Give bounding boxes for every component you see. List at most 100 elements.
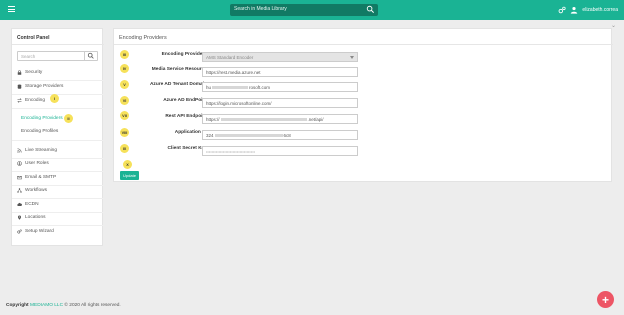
menu-icon[interactable] xyxy=(8,6,15,12)
page-title: Encoding Providers xyxy=(119,35,167,41)
sidebar-item-live-streaming[interactable]: Live Streaming xyxy=(17,148,57,153)
sidebar-item-label: Workflows xyxy=(25,188,48,193)
rest-api-endpoint-value-end: .net/api/ xyxy=(307,117,324,122)
divider xyxy=(12,171,104,172)
sidebar-item-user-roles[interactable]: User Roles xyxy=(17,161,49,166)
sidebar-item-locations[interactable]: Locations xyxy=(17,215,46,220)
envelope-icon xyxy=(17,176,22,180)
database-icon xyxy=(17,84,22,89)
sidebar-subitem-encoding-providers[interactable]: Encoding Providers xyxy=(21,116,63,121)
divider xyxy=(12,44,104,45)
redacted-text xyxy=(220,118,307,122)
tenant-domain-value-start: hu xyxy=(206,85,212,90)
sidebar-subitem-encoding-profiles[interactable]: Encoding Profiles xyxy=(21,129,58,134)
rest-api-endpoint-label: Rest API Endpoint xyxy=(165,114,207,119)
azure-ad-endpoint-field[interactable]: https://login.microsoftonline.com/ xyxy=(202,98,358,108)
encoding-providers-panel: Encoding Providers III Encoding Provider… xyxy=(113,28,613,182)
divider xyxy=(12,198,104,199)
application-id-value-end: 6c8 xyxy=(283,133,291,138)
divider xyxy=(12,140,104,141)
sidebar-item-storage-providers[interactable]: Storage Providers xyxy=(17,84,63,89)
add-button[interactable]: + xyxy=(597,291,614,308)
client-secret-key-field[interactable]: ••••••••••••••••••••••••••••••••••• xyxy=(202,146,358,156)
annotation-badge: V xyxy=(120,80,129,89)
search-icon xyxy=(87,52,94,59)
sidebar-item-ecdn[interactable]: ECDN xyxy=(17,202,39,207)
share-icon xyxy=(17,188,22,193)
divider xyxy=(12,80,104,81)
tenant-domain-value-end: rosoft.com xyxy=(249,85,271,90)
azure-ad-tenant-domain-field[interactable]: hu rosoft.com xyxy=(202,82,358,92)
redacted-text xyxy=(214,134,283,138)
encoding-providers-label: Encoding Providers xyxy=(161,52,207,57)
azure-ad-endpoint-value: https://login.microsoftonline.com/ xyxy=(206,101,272,106)
annotation-badge: VI xyxy=(120,96,129,105)
application-id-label: Application ID xyxy=(174,130,207,135)
sidebar-title: Control Panel xyxy=(17,35,50,41)
sidebar-item-setup-wizard[interactable]: Setup Wizard xyxy=(17,229,54,234)
annotation-badge: VII xyxy=(120,111,129,120)
company-link[interactable]: MEDIAMO LLC xyxy=(30,303,63,308)
azure-ad-endpoint-label: Azure AD EndPoint xyxy=(163,98,207,103)
sidebar-item-email-smtp[interactable]: Email & SMTP xyxy=(17,175,56,180)
encoding-provider-select[interactable]: AMS Standard Encoder xyxy=(202,52,358,62)
sidebar-item-workflows[interactable]: Workflows xyxy=(17,188,47,193)
media-service-resource-label: Media Service Resource xyxy=(151,67,207,72)
divider xyxy=(114,44,613,45)
divider xyxy=(12,225,104,226)
redacted-text xyxy=(212,86,249,90)
divider xyxy=(12,212,104,213)
sidebar-item-encoding[interactable]: Encoding xyxy=(17,98,45,103)
copyright-prefix: Copyright xyxy=(6,303,29,308)
top-navbar: Search in Media Library elizabeth.correa xyxy=(0,0,624,20)
annotation-badge: I xyxy=(50,94,59,103)
rss-icon xyxy=(17,148,22,153)
user-icon[interactable] xyxy=(570,6,578,14)
media-service-resource-field[interactable]: https://rest.media.azure.net xyxy=(202,67,358,77)
settings-icon[interactable] xyxy=(558,6,567,14)
sidebar-search-button[interactable] xyxy=(84,52,97,60)
cloud-icon xyxy=(17,202,22,206)
client-secret-key-value: ••••••••••••••••••••••••••••••••••• xyxy=(206,149,256,154)
client-secret-key-label: Client Secret Key xyxy=(167,146,207,151)
user-name[interactable]: elizabeth.correa xyxy=(582,7,618,13)
sidebar-item-label: Live Streaming xyxy=(25,148,57,153)
sidebar-item-label: Encoding xyxy=(25,98,46,103)
sidebar-item-label: Email & SMTP xyxy=(25,175,57,180)
divider xyxy=(12,158,104,159)
annotation-badge: VIII xyxy=(120,128,129,137)
sidebar-item-label: ECDN xyxy=(25,202,39,207)
copyright-suffix: © 2020 All rights reserved. xyxy=(64,303,121,308)
annotation-badge: IV xyxy=(120,64,129,73)
search-icon[interactable] xyxy=(366,5,375,14)
annotation-badge: X xyxy=(123,160,132,169)
application-id-field[interactable]: 324 6c8 xyxy=(202,130,358,140)
sidebar-item-label: Setup Wizard xyxy=(25,229,54,234)
divider xyxy=(12,185,104,186)
sidebar-search-placeholder: Search xyxy=(21,54,36,59)
application-id-value-start: 324 xyxy=(206,133,214,138)
media-search-placeholder: Search in Media Library xyxy=(234,6,287,12)
sidebar-item-security[interactable]: Security xyxy=(17,70,42,75)
sidebar-item-label: User Roles xyxy=(25,161,49,166)
user-circle-icon xyxy=(17,161,22,166)
media-search-box[interactable]: Search in Media Library xyxy=(230,4,378,16)
azure-ad-tenant-domain-label: Azure AD Tenant Domain xyxy=(149,82,207,87)
divider xyxy=(12,108,104,109)
map-marker-icon xyxy=(18,215,21,220)
sidebar-item-label: Locations xyxy=(25,215,46,220)
footer-copyright: Copyright MEDIAMO LLC © 2020 All rights … xyxy=(6,303,121,308)
sidebar-item-label: Security xyxy=(25,70,43,75)
control-panel-sidebar: Control Panel Search Security Storage Pr… xyxy=(11,28,104,246)
sidebar-item-label: Storage Providers xyxy=(25,84,64,89)
annotation-badge: II xyxy=(64,114,73,123)
cogs-icon xyxy=(17,229,22,234)
annotation-badge: III xyxy=(120,50,129,59)
update-button[interactable]: Update xyxy=(120,171,139,180)
rest-api-endpoint-field[interactable]: https:// .net/api/ xyxy=(202,114,358,124)
annotation-badge: IX xyxy=(120,144,129,153)
lock-icon xyxy=(17,70,22,75)
encoding-provider-selected-value: AMS Standard Encoder xyxy=(206,55,254,60)
rest-api-endpoint-value-start: https:// xyxy=(206,117,220,122)
sidebar-search-input[interactable]: Search xyxy=(17,51,98,61)
